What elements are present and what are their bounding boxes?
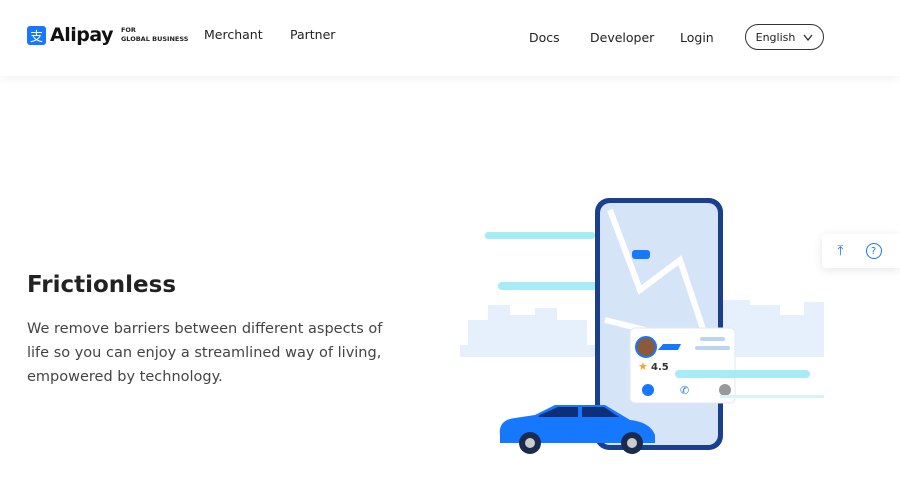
ride-hailing-illustration: ★ 4.5 ✆: [460, 198, 824, 454]
chevron-down-icon: [803, 34, 813, 41]
nav-partner[interactable]: Partner: [290, 27, 335, 42]
nav-merchant[interactable]: Merchant: [204, 27, 263, 42]
speed-line: [675, 370, 810, 378]
help-icon[interactable]: ?: [865, 243, 882, 259]
nav-docs[interactable]: Docs: [529, 30, 560, 45]
back-to-top-icon[interactable]: ⤒: [829, 239, 853, 263]
speed-line: [720, 395, 824, 398]
phone-icon: ✆: [680, 384, 689, 397]
language-label: English: [755, 30, 796, 44]
hero-title: Frictionless: [27, 272, 177, 298]
logo-subtitle: FOR GLOBAL BUSINESS: [121, 26, 188, 44]
floating-toolbar: ⤒ ?: [822, 234, 900, 268]
logo-sub-2: GLOBAL BUSINESS: [120, 35, 189, 43]
driver-rating: 4.5: [651, 362, 669, 373]
logo[interactable]: 支 Alipay FOR GLOBAL BUSINESS: [27, 24, 188, 46]
nav-developer[interactable]: Developer: [590, 30, 654, 45]
close-icon: [719, 384, 731, 396]
nav-login[interactable]: Login: [680, 30, 714, 45]
header: 支 Alipay FOR GLOBAL BUSINESS Merchant Par…: [0, 0, 900, 76]
logo-word: Alipay: [50, 24, 113, 46]
language-select[interactable]: English: [745, 24, 824, 50]
alipay-logo-icon: 支: [27, 25, 46, 45]
logo-sub-1: FOR: [120, 26, 136, 34]
hero-text: We remove barriers between different asp…: [27, 321, 383, 385]
driver-card: ★ 4.5 ✆: [629, 327, 736, 404]
star-icon: ★: [638, 360, 648, 373]
message-icon: [642, 384, 654, 396]
